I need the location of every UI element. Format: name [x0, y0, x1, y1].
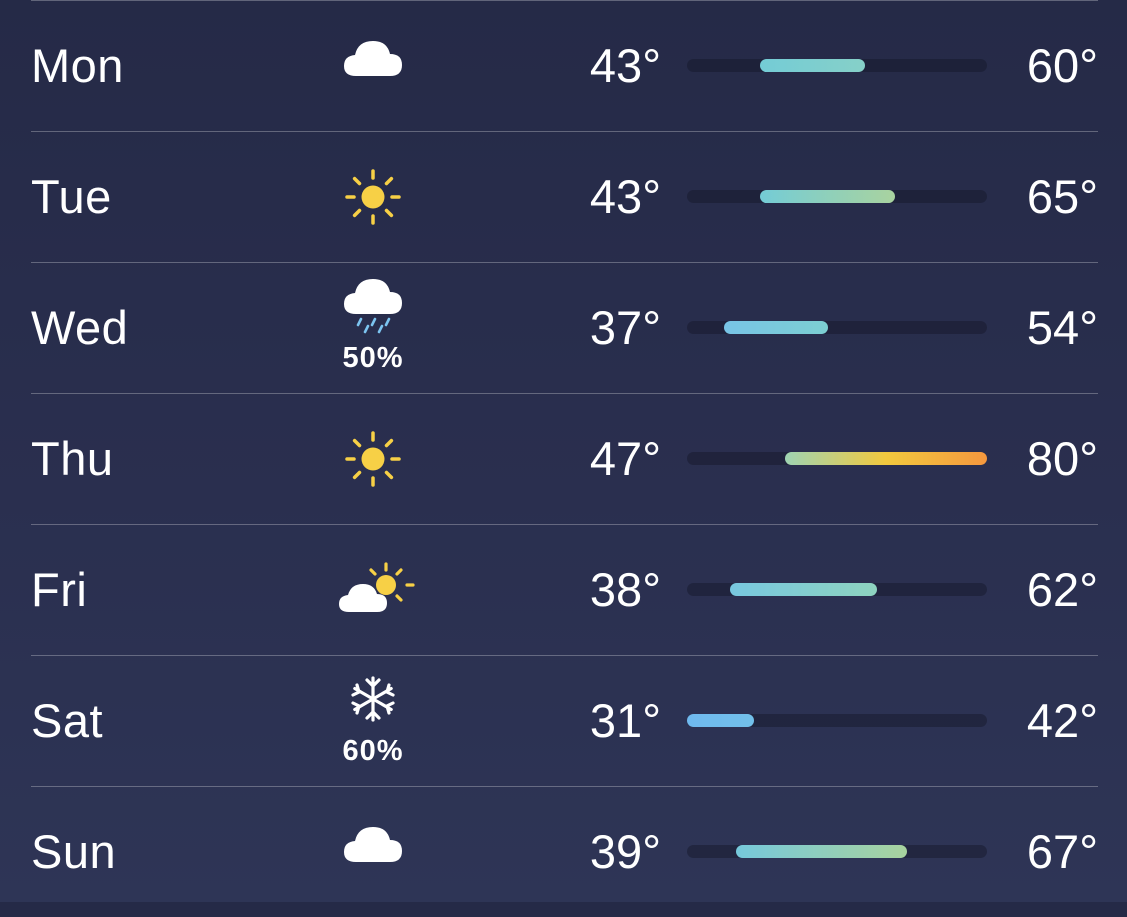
low-temp: 31° [589, 694, 661, 747]
low-temp: 39° [589, 825, 661, 878]
row-divider [31, 524, 1098, 525]
high-temp: 60° [1026, 39, 1098, 92]
snowflake-icon: 60% [333, 667, 413, 767]
temp-range-fill [723, 321, 828, 334]
temp-range-fill [687, 714, 755, 727]
high-temp: 65° [1026, 170, 1098, 223]
row-divider [31, 786, 1098, 787]
low-temp: 38° [589, 563, 661, 616]
temp-range-fill [760, 59, 865, 72]
low-temp: 43° [589, 170, 661, 223]
day-label: Tue [31, 170, 112, 223]
temp-range-bar [687, 845, 987, 858]
high-temp: 54° [1026, 301, 1098, 354]
row-divider [31, 262, 1098, 263]
high-temp: 62° [1026, 563, 1098, 616]
sun-icon [333, 161, 413, 233]
temp-range-fill [784, 452, 987, 465]
temp-range-fill [735, 845, 908, 858]
temp-range-bar [687, 190, 987, 203]
forecast-row-tue[interactable]: Tue 43° 65° [31, 131, 1098, 262]
forecast-row-sat[interactable]: Sat 60% 31° 42° [31, 655, 1098, 786]
cloud-icon [333, 816, 413, 888]
temp-range-bar [687, 714, 987, 727]
day-label: Sat [31, 694, 104, 747]
ten-day-forecast-list: Mon 43° 60° Tue 43° 65° Wed 50% 37° 54° … [0, 0, 1127, 902]
high-temp: 80° [1026, 432, 1098, 485]
day-label: Fri [31, 563, 88, 616]
row-divider [31, 655, 1098, 656]
forecast-row-wed[interactable]: Wed 50% 37° 54° [31, 262, 1098, 393]
high-temp: 42° [1026, 694, 1098, 747]
low-temp: 37° [589, 301, 661, 354]
row-divider [31, 131, 1098, 132]
temp-range-bar [687, 452, 987, 465]
temp-range-bar [687, 583, 987, 596]
forecast-row-mon[interactable]: Mon 43° 60° [31, 0, 1098, 131]
partly-cloudy-icon [333, 554, 415, 626]
day-label: Sun [31, 825, 117, 878]
forecast-row-thu[interactable]: Thu 47° 80° [31, 393, 1098, 524]
high-temp: 67° [1026, 825, 1098, 878]
temp-range-bar [687, 321, 987, 334]
forecast-row-sun[interactable]: Sun 39° 67° [31, 786, 1098, 917]
day-label: Thu [31, 432, 114, 485]
temp-range-fill [760, 190, 896, 203]
low-temp: 47° [589, 432, 661, 485]
cloud-rain-icon: 50% [333, 274, 413, 374]
cloud-icon [333, 30, 413, 102]
precipitation-chance: 50% [342, 342, 404, 374]
forecast-row-fri[interactable]: Fri 38° 62° [31, 524, 1098, 655]
day-label: Wed [31, 301, 129, 354]
row-divider [31, 0, 1098, 1]
temp-range-fill [729, 583, 877, 596]
precipitation-chance: 60% [342, 735, 404, 767]
low-temp: 43° [589, 39, 661, 92]
day-label: Mon [31, 39, 124, 92]
row-divider [31, 393, 1098, 394]
sun-icon [333, 423, 413, 495]
temp-range-bar [687, 59, 987, 72]
